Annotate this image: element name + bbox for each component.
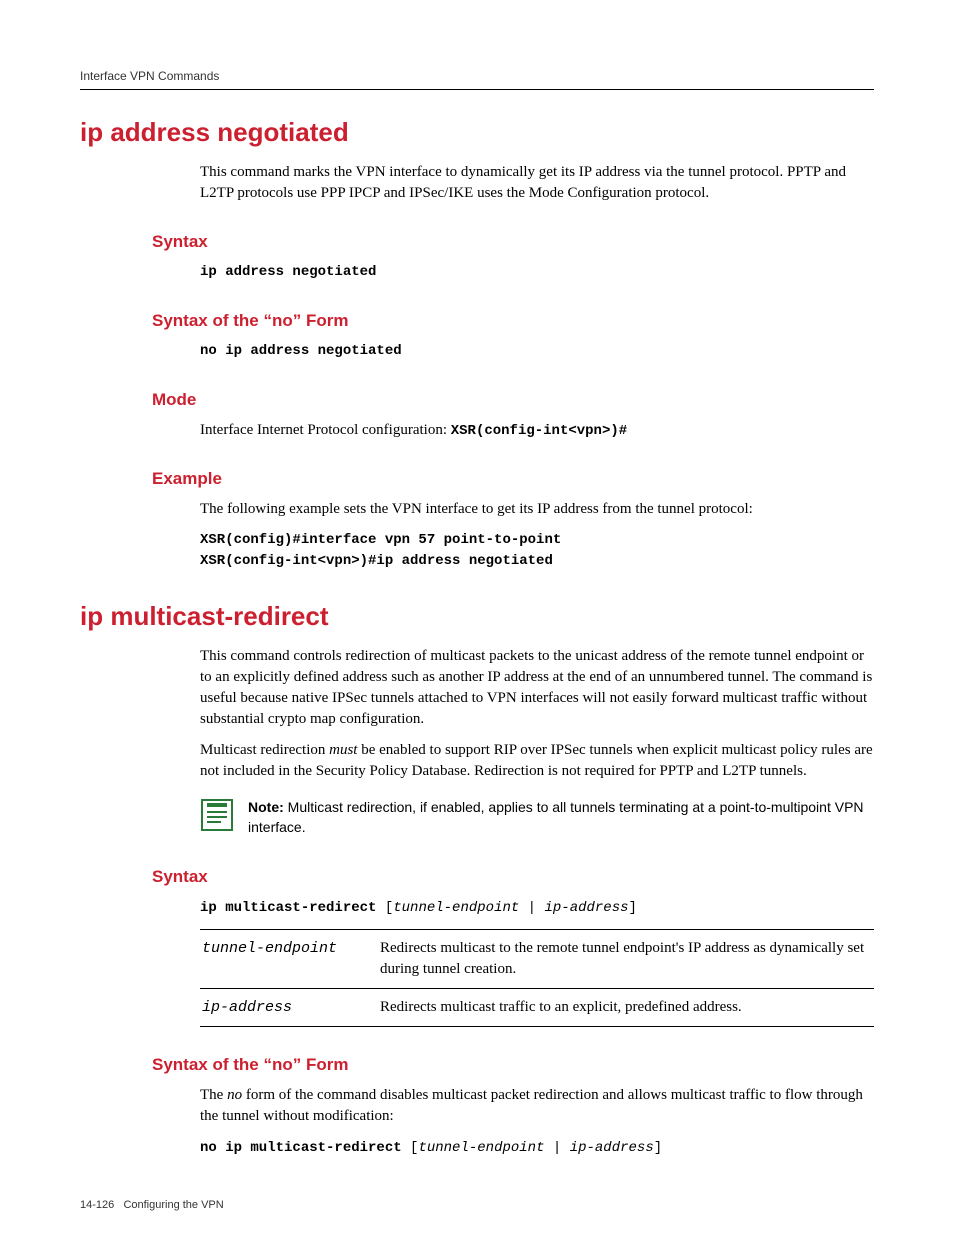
note-text: Note: Multicast redirection, if enabled,… [248, 798, 874, 837]
example-code-line: XSR(config)#interface vpn 57 point-to-po… [200, 532, 561, 548]
note-body: Multicast redirection, if enabled, appli… [248, 799, 864, 835]
page-footer: 14-126 Configuring the VPN [80, 1198, 874, 1213]
param-name: ip-address [200, 988, 378, 1026]
separator: | [544, 1140, 569, 1156]
mode-description: Interface Internet Protocol configuratio… [200, 422, 451, 438]
emphasis: must [329, 742, 357, 758]
mode-prompt: XSR(config-int<vpn>)# [451, 423, 627, 439]
table-row: ip-address Redirects multicast traffic t… [200, 988, 874, 1026]
note-box: Note: Multicast redirection, if enabled,… [200, 798, 874, 839]
no-form-text: The no form of the command disables mult… [200, 1085, 874, 1127]
section-intro-2: Multicast redirection must be enabled to… [200, 740, 874, 782]
syntax-heading: Syntax [152, 230, 874, 254]
syntax-no-form-heading: Syntax of the “no” Form [152, 1053, 874, 1077]
param-desc: Redirects multicast traffic to an explic… [378, 988, 874, 1026]
syntax-line: ip multicast-redirect [tunnel-endpoint |… [200, 897, 874, 919]
syntax-command: ip multicast-redirect [200, 900, 376, 916]
example-code: XSR(config)#interface vpn 57 point-to-po… [200, 530, 874, 572]
page-number: 14-126 [80, 1199, 114, 1211]
mode-text: Interface Internet Protocol configuratio… [200, 420, 874, 442]
param-name: tunnel-endpoint [200, 929, 378, 988]
parameter-table: tunnel-endpoint Redirects multicast to t… [200, 929, 874, 1027]
syntax-no-form-heading: Syntax of the “no” Form [152, 309, 874, 333]
example-heading: Example [152, 467, 874, 491]
syntax-no-form-command: no ip address negotiated [200, 341, 874, 362]
note-label: Note: [248, 799, 284, 815]
example-code-line: XSR(config-int<vpn>)#ip address negotiat… [200, 553, 553, 569]
syntax-command: ip address negotiated [200, 262, 874, 283]
emphasis: no [227, 1087, 242, 1103]
syntax-param: ip-address [570, 1140, 654, 1156]
section-intro: This command controls redirection of mul… [200, 646, 874, 730]
syntax-param: ip-address [545, 900, 629, 916]
section-heading-ip-multicast-redirect: ip multicast-redirect [80, 598, 874, 634]
syntax-heading: Syntax [152, 865, 874, 889]
bracket-open: [ [376, 900, 393, 916]
bracket-close: ] [629, 900, 637, 916]
bracket-open: [ [402, 1140, 419, 1156]
syntax-command: no ip multicast-redirect [200, 1140, 402, 1156]
note-icon [200, 798, 234, 839]
syntax-param: tunnel-endpoint [418, 1140, 544, 1156]
section-heading-ip-address-negotiated: ip address negotiated [80, 114, 874, 150]
bracket-close: ] [654, 1140, 662, 1156]
example-text: The following example sets the VPN inter… [200, 499, 874, 520]
footer-title: Configuring the VPN [123, 1199, 223, 1211]
running-header: Interface VPN Commands [80, 68, 874, 90]
text-fragment: The [200, 1087, 227, 1103]
separator: | [519, 900, 544, 916]
table-row: tunnel-endpoint Redirects multicast to t… [200, 929, 874, 988]
text-fragment: Multicast redirection [200, 742, 329, 758]
no-form-syntax-line: no ip multicast-redirect [tunnel-endpoin… [200, 1137, 874, 1159]
syntax-param: tunnel-endpoint [393, 900, 519, 916]
param-desc: Redirects multicast to the remote tunnel… [378, 929, 874, 988]
mode-heading: Mode [152, 388, 874, 412]
text-fragment: form of the command disables multicast p… [200, 1087, 863, 1124]
section-intro: This command marks the VPN interface to … [200, 162, 874, 204]
